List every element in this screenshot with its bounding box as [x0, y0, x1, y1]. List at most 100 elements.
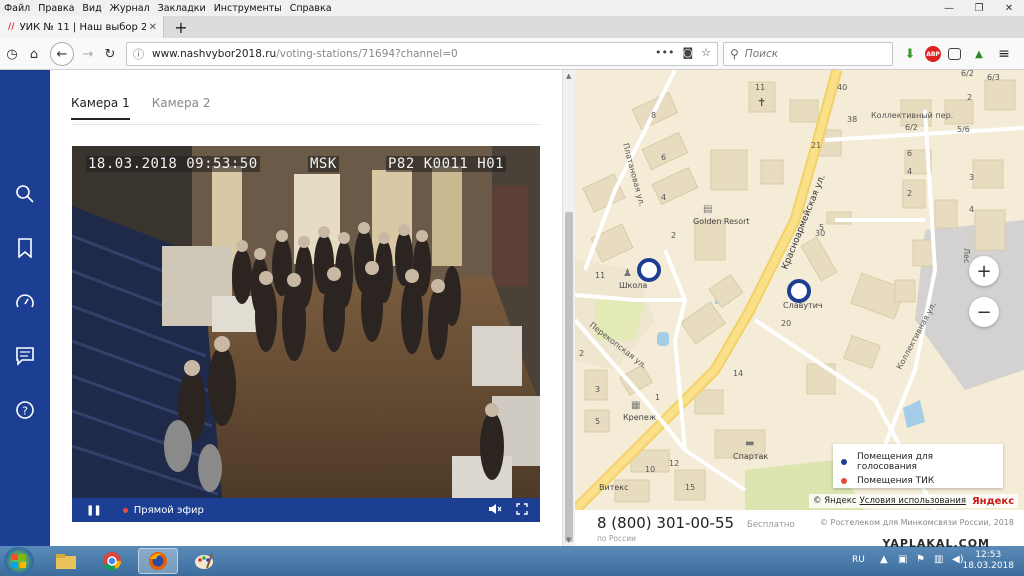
close-window-button[interactable]: ✕ [994, 0, 1024, 16]
menu-bookmarks[interactable]: Закладки [158, 3, 206, 14]
tray-flag-icon[interactable]: ⚑ [916, 554, 925, 565]
page-scrollbar[interactable]: ▲ ▼ [562, 70, 575, 546]
sidebar: ? [0, 70, 50, 546]
tab-camera-1[interactable]: Камера 1 [71, 96, 130, 120]
scroll-up-arrow-icon[interactable]: ▲ [566, 72, 571, 80]
house-number: 3 [969, 173, 974, 182]
new-tab-button[interactable]: + [170, 16, 192, 38]
bookmark-star-icon[interactable]: ☆ [701, 46, 711, 59]
window-controls: — ❐ ✕ [934, 0, 1024, 16]
menu-help[interactable]: Справка [290, 3, 332, 14]
download-icon[interactable]: ⬇ [902, 46, 918, 62]
site-favicon-icon: // [8, 22, 15, 32]
place-golden-resort: Golden Resort [693, 217, 750, 226]
menu-bar: Файл Правка Вид Журнал Закладки Инструме… [0, 0, 1024, 16]
pause-icon[interactable]: ❚❚ [86, 505, 102, 516]
live-label: Прямой эфир [133, 504, 204, 516]
house-number: 6 [661, 153, 666, 162]
scroll-thumb[interactable] [565, 212, 573, 542]
place-school: Школа [619, 281, 647, 290]
menu-tools[interactable]: Инструменты [214, 3, 282, 14]
tray-app-icon[interactable]: ▣ [898, 554, 907, 565]
menu-file[interactable]: Файл [4, 3, 30, 14]
voting-station-marker[interactable] [787, 279, 811, 303]
restore-button[interactable]: ❐ [964, 0, 994, 16]
chrome-taskbar-icon[interactable] [92, 548, 132, 574]
legal-notice: © Ростелеком для Минкомсвязи России, 201… [820, 518, 1014, 527]
browser-tab[interactable]: // УИК № 11 | Наш выбор 2018 ✕ [0, 16, 164, 38]
tab-title: УИК № 11 | Наш выбор 2018 [19, 21, 146, 33]
navigation-bar: ◷ ⌂ ← → ↻ ⓘ www.nashvybor2018.ru/voting-… [0, 38, 1024, 70]
menu-history[interactable]: Журнал [110, 3, 150, 14]
house-number: 1 [655, 393, 660, 402]
sidebar-gauge-icon[interactable] [13, 290, 37, 314]
forward-button[interactable]: → [78, 44, 98, 64]
minimize-button[interactable]: — [934, 0, 964, 16]
house-number: 4 [907, 167, 912, 176]
firefox-taskbar-icon[interactable] [138, 548, 178, 574]
url-host: www.nashvybor2018.ru [152, 48, 277, 60]
network-icon[interactable]: ▥ [934, 554, 943, 565]
home-icon[interactable]: ⌂ [24, 44, 44, 64]
terms-link[interactable]: Условия использования [860, 496, 966, 506]
menu-edit[interactable]: Правка [38, 3, 74, 14]
back-button[interactable]: ← [50, 42, 74, 66]
address-bar[interactable]: ⓘ www.nashvybor2018.ru/voting-stations/7… [126, 42, 718, 66]
mute-icon[interactable] [488, 503, 502, 518]
search-bar[interactable]: ⚲ [723, 42, 893, 66]
system-tray: RU ▲ ▣ ⚑ ▥ ◀) YAPLAKAL.COM 12:53 18.03.2… [824, 538, 1024, 576]
legend-label: Помещения ТИК [857, 476, 935, 486]
school-icon: ♟ [623, 268, 632, 279]
house-number: 6 [907, 149, 912, 158]
history-clock-icon[interactable]: ◷ [2, 44, 22, 64]
legend-voting: Помещения для голосования [841, 452, 995, 472]
house-number: 2 [671, 231, 676, 240]
scroll-down-arrow-icon[interactable]: ▼ [566, 536, 571, 544]
start-button[interactable] [4, 547, 34, 575]
close-tab-icon[interactable]: ✕ [149, 22, 157, 33]
tab-bar: // УИК № 11 | Наш выбор 2018 ✕ + [0, 16, 1024, 38]
zoom-in-button[interactable]: + [969, 256, 999, 286]
clock[interactable]: YAPLAKAL.COM 12:53 18.03.2018 [882, 538, 1014, 572]
hamburger-menu-icon[interactable]: ≡ [996, 46, 1012, 62]
search-input[interactable] [744, 48, 875, 60]
tray-arrow-icon[interactable]: ▲ [880, 554, 888, 565]
fullscreen-icon[interactable] [516, 502, 528, 518]
paint-taskbar-icon[interactable] [184, 548, 224, 574]
site-info-icon[interactable]: ⓘ [133, 46, 144, 62]
explorer-taskbar-icon[interactable] [46, 548, 86, 574]
place-viteks: Витекс [599, 483, 629, 492]
map-legend: Помещения для голосования Помещения ТИК [833, 444, 1003, 488]
adblock-icon[interactable]: ABP [925, 46, 941, 62]
yandex-logo[interactable]: Яндекс [972, 496, 1014, 507]
place-krepezh: Крепеж [623, 413, 656, 422]
house-number: 15 [685, 483, 695, 492]
sidebar-help-icon[interactable]: ? [13, 398, 37, 422]
sidebar-chat-icon[interactable] [13, 344, 37, 368]
page-actions-icon[interactable]: ••• [655, 46, 674, 59]
reload-button[interactable]: ↻ [100, 44, 120, 64]
house-number: 20 [781, 319, 791, 328]
place-spartak: Спартак [733, 452, 768, 461]
menu-view[interactable]: Вид [82, 3, 101, 14]
tab-camera-2[interactable]: Камера 2 [152, 96, 211, 120]
clock-date: 18.03.2018 [962, 561, 1014, 571]
search-icon: ⚲ [730, 47, 739, 61]
house-number: 5 [819, 223, 824, 232]
house-number: 21 [811, 141, 821, 150]
house-number: 6/2 [961, 70, 974, 78]
extension-icon[interactable]: ▲ [971, 46, 987, 62]
map[interactable]: Красноармейская ул. Платановая ул. Перек… [575, 70, 1024, 510]
pocket-icon[interactable]: ◙ [682, 46, 693, 59]
voting-station-marker[interactable] [637, 258, 661, 282]
house-number: 4 [661, 193, 666, 202]
taskbar: RU ▲ ▣ ⚑ ▥ ◀) YAPLAKAL.COM 12:53 18.03.2… [0, 538, 1024, 576]
reader-sidebar-icon[interactable] [948, 48, 961, 60]
language-indicator[interactable]: RU [852, 555, 865, 565]
sidebar-search-icon[interactable] [13, 182, 37, 206]
legend-tik: Помещения ТИК [841, 476, 995, 486]
camera-video-feed[interactable]: 18.03.2018 09:53:50 MSK P82 K0011 H01 [72, 146, 540, 498]
hotline-phone[interactable]: 8 (800) 301-00-55 [597, 514, 734, 532]
zoom-out-button[interactable]: − [969, 297, 999, 327]
sidebar-bookmark-icon[interactable] [13, 236, 37, 260]
